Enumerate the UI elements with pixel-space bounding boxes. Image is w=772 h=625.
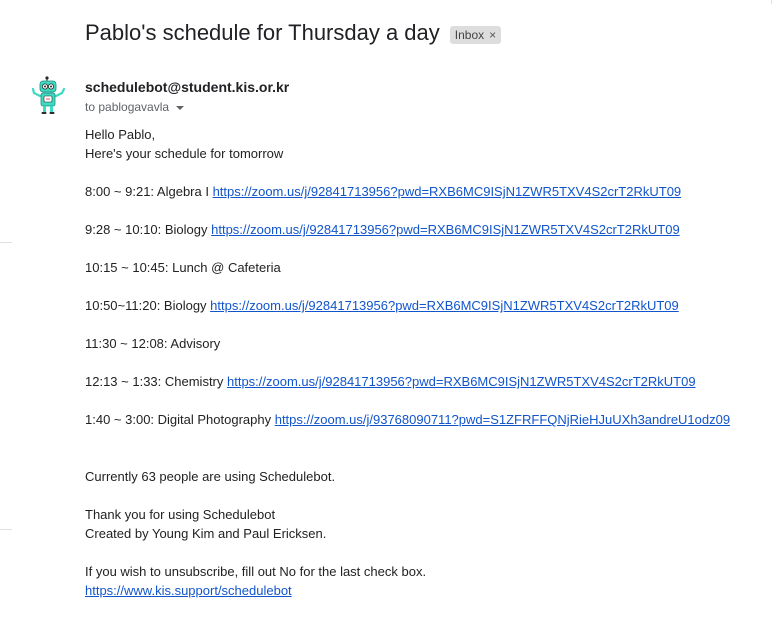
zoom-link[interactable]: https://zoom.us/j/92841713956?pwd=RXB6MC…	[210, 298, 679, 313]
schedule-time-class: 1:40 ~ 3:00: Digital Photography	[85, 412, 275, 427]
schedule-entry: 11:30 ~ 12:08: Advisory	[85, 334, 765, 353]
robot-avatar-icon[interactable]	[31, 76, 71, 116]
schedule-entry: 8:00 ~ 9:21: Algebra I https://zoom.us/j…	[85, 182, 765, 201]
greeting: Hello Pablo,	[85, 127, 156, 142]
schedule-entry: 10:15 ~ 10:45: Lunch @ Cafeteria	[85, 258, 765, 277]
zoom-link[interactable]: https://zoom.us/j/93768090711?pwd=S1ZFRF…	[275, 412, 730, 427]
schedule-time-class: 8:00 ~ 9:21: Algebra I	[85, 184, 213, 199]
thanks-line: Thank you for using Schedulebot	[85, 507, 276, 522]
schedule-entry: 10:50~11:20: Biology https://zoom.us/j/9…	[85, 296, 765, 315]
zoom-link[interactable]: https://zoom.us/j/92841713956?pwd=RXB6MC…	[211, 222, 680, 237]
schedule-time-class: 10:15 ~ 10:45: Lunch @ Cafeteria	[85, 260, 281, 275]
email-body: Hello Pablo, Here's your schedule for to…	[85, 125, 765, 600]
schedule-time-class: 9:28 ~ 10:10: Biology	[85, 222, 212, 237]
unsubscribe-line: If you wish to unsubscribe, fill out No …	[85, 564, 427, 579]
schedule-list: 8:00 ~ 9:21: Algebra I https://zoom.us/j…	[85, 163, 765, 429]
left-edge-divider-2	[0, 529, 12, 530]
recipient-label: to pablogavavla	[85, 100, 170, 114]
close-icon[interactable]: ×	[489, 28, 496, 42]
subject-row: Pablo's schedule for Thursday a day Inbo…	[85, 20, 502, 46]
users-count-line: Currently 63 people are using Schedulebo…	[85, 469, 336, 484]
email-subject: Pablo's schedule for Thursday a day	[85, 20, 440, 45]
inbox-label-chip[interactable]: Inbox ×	[449, 26, 502, 44]
recipient-row[interactable]: to pablogavavla	[85, 100, 185, 114]
schedule-time-class: 10:50~11:20: Biology	[85, 298, 211, 313]
intro-line: Here's your schedule for tomorrow	[85, 146, 284, 161]
left-edge-divider-1	[0, 242, 12, 243]
schedule-time-class: 11:30 ~ 12:08: Advisory	[85, 336, 221, 351]
schedule-entry: 1:40 ~ 3:00: Digital Photography https:/…	[85, 410, 765, 429]
zoom-link[interactable]: https://zoom.us/j/92841713956?pwd=RXB6MC…	[227, 374, 696, 389]
credits-line: Created by Young Kim and Paul Ericksen.	[85, 526, 327, 541]
schedule-entry: 12:13 ~ 1:33: Chemistry https://zoom.us/…	[85, 372, 765, 391]
support-link[interactable]: https://www.kis.support/schedulebot	[85, 583, 292, 598]
chevron-down-icon[interactable]	[176, 106, 185, 110]
inbox-label: Inbox	[454, 28, 485, 42]
schedule-entry: 9:28 ~ 10:10: Biology https://zoom.us/j/…	[85, 220, 765, 239]
schedule-time-class: 12:13 ~ 1:33: Chemistry	[85, 374, 227, 389]
sender-address[interactable]: schedulebot@student.kis.or.kr	[85, 79, 289, 95]
zoom-link[interactable]: https://zoom.us/j/92841713956?pwd=RXB6MC…	[213, 184, 682, 199]
